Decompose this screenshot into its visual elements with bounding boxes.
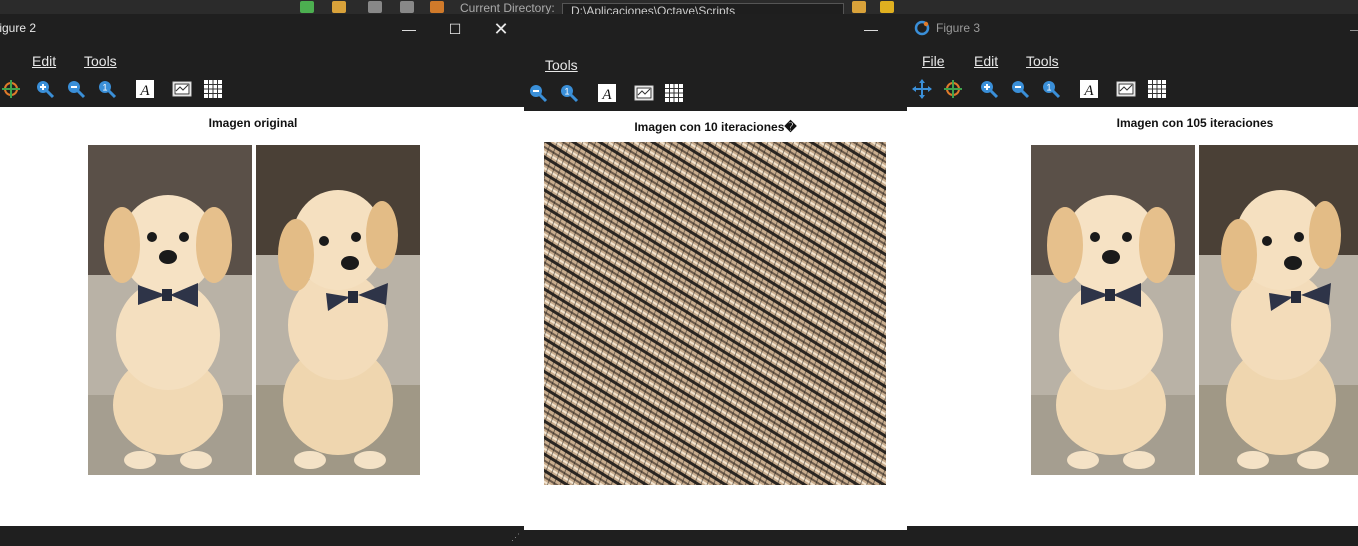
svg-text:1: 1	[1046, 83, 1051, 93]
menu-bar: Edit Tools	[0, 46, 524, 74]
title-bar: —	[524, 14, 907, 44]
original-image	[88, 145, 420, 475]
save-icon[interactable]	[400, 1, 414, 13]
minimize-button[interactable]: —	[396, 16, 422, 42]
pan-icon[interactable]	[911, 78, 933, 100]
figure-toolbar: 1 A	[907, 78, 1358, 108]
folder-up-icon[interactable]	[852, 1, 866, 13]
plot-title: Imagen con 10 iteraciones�	[634, 120, 797, 134]
resize-grip-icon[interactable]: ⋰	[511, 532, 520, 543]
grid-icon[interactable]	[663, 82, 685, 104]
octave-logo-icon	[914, 20, 930, 41]
rotate-icon[interactable]	[942, 78, 964, 100]
title-bar: Figure 3 —	[907, 14, 1358, 44]
grid-icon[interactable]	[202, 78, 224, 100]
figure-2-window: Figure 2 — ☐ ✕ Edit Tools 1 A Imagen ori…	[0, 14, 524, 546]
plot-canvas[interactable]: Imagen original	[0, 107, 524, 526]
figure-toolbar: 1 A	[524, 82, 907, 112]
legend-icon[interactable]	[633, 82, 655, 104]
menu-file[interactable]: File	[922, 53, 945, 69]
copy-icon[interactable]	[368, 1, 382, 13]
zoom-in-icon[interactable]	[34, 78, 56, 100]
plot-title: Imagen original	[208, 116, 298, 130]
minimize-button[interactable]: —	[1344, 16, 1358, 42]
figure-mid-window: — Tools 1 A Imagen con 10 iteraciones�	[524, 14, 907, 546]
plot-canvas[interactable]: Imagen con 105 iteraciones	[907, 107, 1358, 526]
menu-bar: File Edit Tools	[907, 46, 1358, 74]
undo-icon[interactable]	[430, 1, 444, 13]
zoom-in-icon[interactable]	[978, 78, 1000, 100]
svg-text:1: 1	[102, 83, 107, 93]
figure-3-window: Figure 3 — File Edit Tools 1 A	[907, 14, 1358, 546]
menu-tools[interactable]: Tools	[84, 53, 117, 69]
svg-text:A: A	[139, 83, 150, 99]
current-directory-label: Current Directory:	[460, 1, 555, 14]
background-octave-toolbar: Current Directory: D:\Aplicaciones\Octav…	[0, 0, 1358, 14]
text-icon[interactable]: A	[134, 78, 156, 100]
open-folder-icon[interactable]	[332, 1, 346, 13]
menu-edit[interactable]: Edit	[974, 53, 998, 69]
status-bar	[524, 530, 907, 546]
svg-text:A: A	[601, 87, 612, 103]
browse-folder-icon[interactable]	[880, 1, 894, 13]
new-file-icon[interactable]	[300, 1, 314, 13]
rotate-icon[interactable]	[0, 78, 22, 100]
current-directory-field[interactable]: D:\Aplicaciones\Octave\Scripts	[562, 3, 844, 14]
svg-text:1: 1	[564, 87, 569, 97]
menu-bar: Tools	[524, 50, 907, 78]
zoom-reset-icon[interactable]: 1	[1040, 78, 1062, 100]
menu-tools[interactable]: Tools	[545, 57, 578, 73]
menu-edit[interactable]: Edit	[32, 53, 56, 69]
legend-icon[interactable]	[171, 78, 193, 100]
zoom-out-icon[interactable]	[1009, 78, 1031, 100]
window-title: Figure 2	[0, 21, 37, 35]
svg-text:A: A	[1083, 83, 1094, 99]
text-icon[interactable]: A	[596, 82, 618, 104]
status-bar: ⋰	[0, 526, 524, 546]
restored-image	[1031, 145, 1358, 475]
maximize-button[interactable]: ☐	[442, 16, 468, 42]
text-icon[interactable]: A	[1078, 78, 1100, 100]
zoom-out-icon[interactable]	[527, 82, 549, 104]
zoom-reset-icon[interactable]: 1	[558, 82, 580, 104]
grid-icon[interactable]	[1146, 78, 1168, 100]
zoom-reset-icon[interactable]: 1	[96, 78, 118, 100]
legend-icon[interactable]	[1115, 78, 1137, 100]
plot-title: Imagen con 105 iteraciones	[1116, 116, 1274, 130]
title-bar: Figure 2 — ☐ ✕	[0, 14, 524, 44]
status-bar	[907, 526, 1358, 546]
figure-toolbar: 1 A	[0, 78, 524, 108]
close-button[interactable]: ✕	[488, 16, 514, 42]
scrambled-image	[544, 142, 886, 485]
plot-canvas[interactable]: Imagen con 10 iteraciones�	[524, 111, 907, 530]
window-title: Figure 3	[936, 21, 981, 35]
zoom-out-icon[interactable]	[65, 78, 87, 100]
menu-tools[interactable]: Tools	[1026, 53, 1059, 69]
minimize-button[interactable]: —	[858, 16, 884, 42]
